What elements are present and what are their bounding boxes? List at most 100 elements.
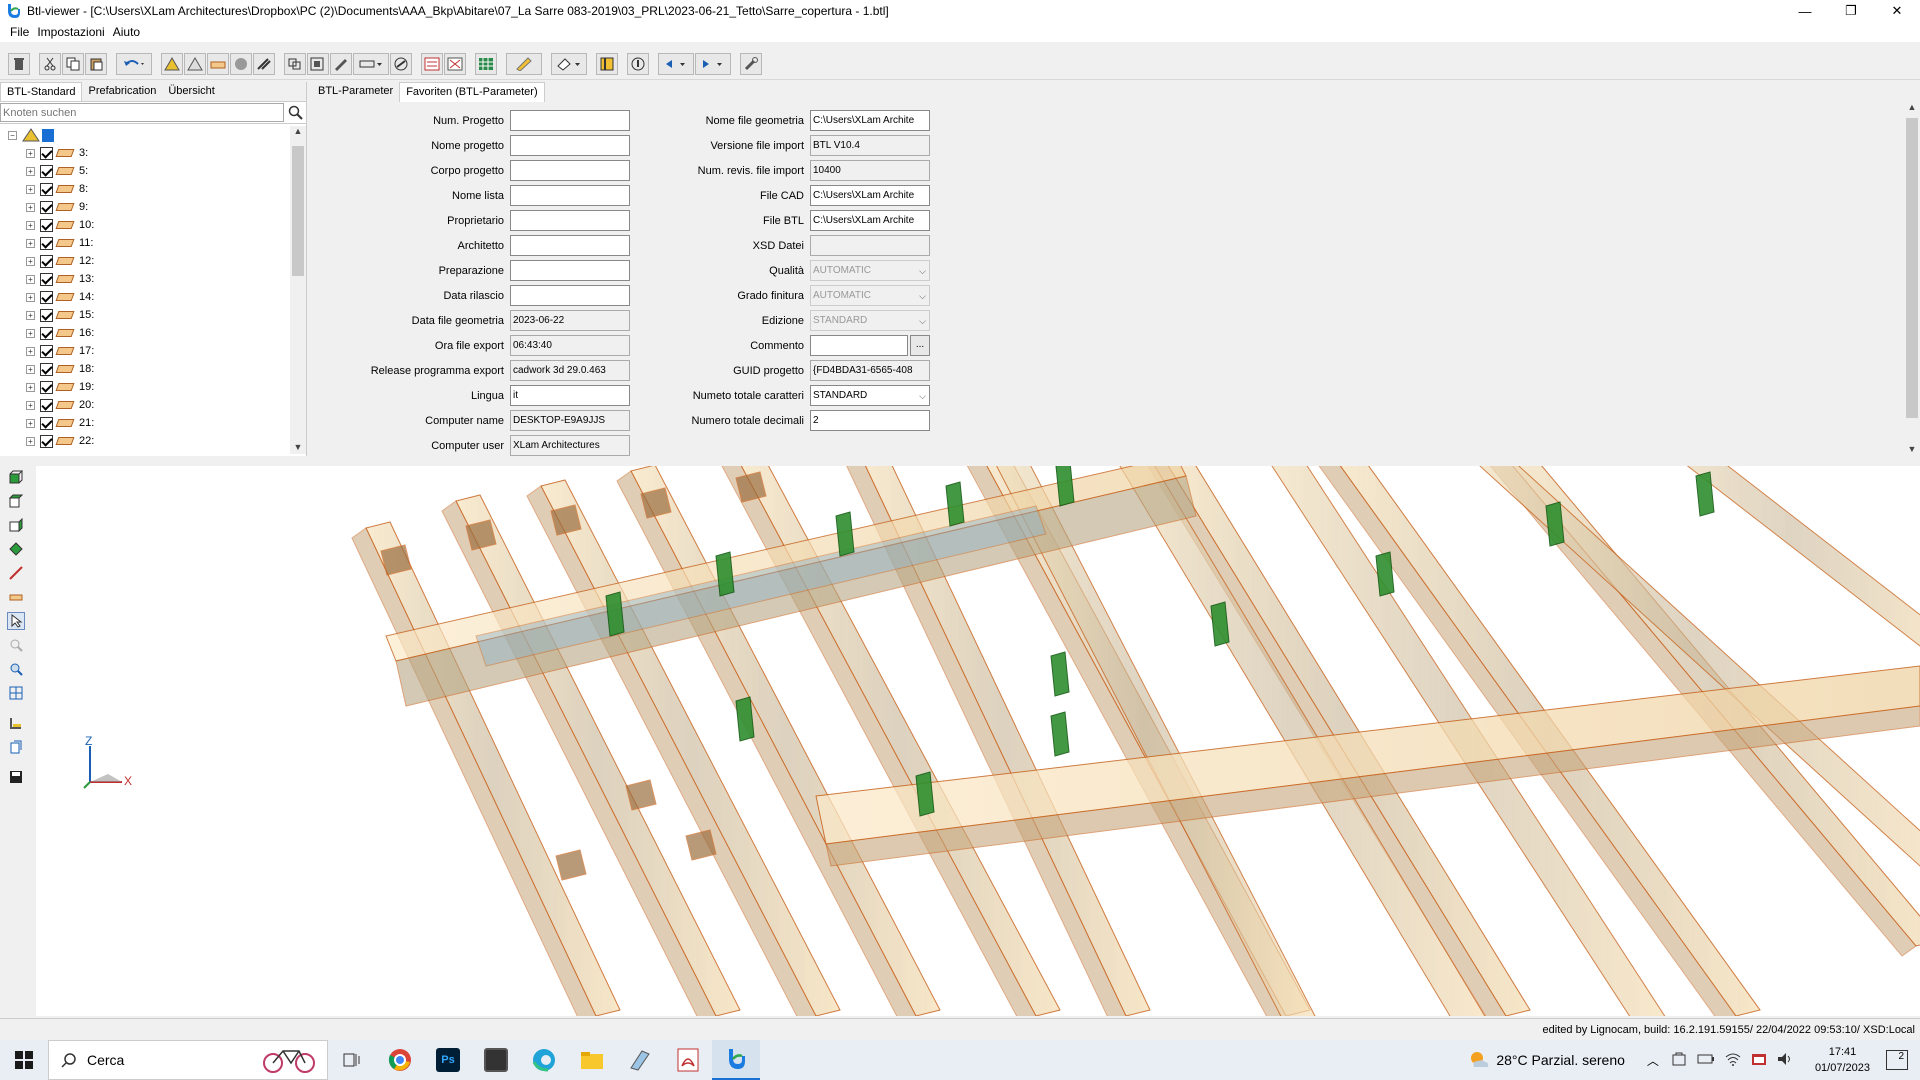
- zoom-window-icon[interactable]: [7, 636, 25, 654]
- param-field[interactable]: [810, 335, 908, 356]
- node-checkbox[interactable]: [40, 344, 53, 358]
- view-front-icon[interactable]: [7, 468, 25, 486]
- expand-icon[interactable]: +: [26, 184, 35, 194]
- tree-root[interactable]: −: [0, 126, 290, 144]
- tree-scrollbar[interactable]: ▲ ▼: [290, 126, 306, 454]
- section-icon[interactable]: [7, 738, 25, 756]
- metal-connector[interactable]: [1050, 651, 1070, 697]
- restore-button[interactable]: ❐: [1828, 0, 1874, 22]
- node-checkbox[interactable]: [40, 290, 53, 304]
- node-checkbox[interactable]: [40, 236, 53, 250]
- expand-icon[interactable]: +: [26, 256, 35, 266]
- view-top-icon[interactable]: [7, 516, 25, 534]
- tree-node[interactable]: +21:: [0, 414, 290, 432]
- expand-icon[interactable]: +: [26, 202, 35, 212]
- expand-icon[interactable]: +: [26, 436, 35, 446]
- roof-structure-model[interactable]: [36, 466, 1920, 1016]
- param-field[interactable]: BTL V10.4: [810, 135, 930, 156]
- info-icon[interactable]: [627, 52, 649, 75]
- windows-start-icon[interactable]: [0, 1040, 48, 1080]
- beam-icon[interactable]: [207, 52, 229, 75]
- scroll-down-icon[interactable]: ▼: [1904, 444, 1920, 454]
- beam-end-cap[interactable]: [465, 519, 497, 551]
- eraser-icon[interactable]: [551, 52, 587, 75]
- clock[interactable]: 17:41 01/07/2023: [1815, 1044, 1870, 1076]
- metal-connector[interactable]: [1050, 711, 1070, 757]
- select-cursor-icon[interactable]: [7, 612, 25, 630]
- chevron-down-icon[interactable]: ⌵: [919, 316, 926, 327]
- notification-center-icon[interactable]: 2: [1886, 1050, 1908, 1070]
- comment-browse-button[interactable]: ...: [910, 335, 930, 356]
- expand-icon[interactable]: +: [26, 238, 35, 248]
- param-field[interactable]: C:\Users\XLam Archite: [810, 110, 930, 131]
- node-checkbox[interactable]: [40, 272, 53, 286]
- tree-node[interactable]: +10:: [0, 216, 290, 234]
- beam-end-cap[interactable]: [640, 487, 672, 519]
- param-field[interactable]: XLam Architectures: [510, 435, 630, 456]
- expand-icon[interactable]: +: [26, 292, 35, 302]
- node-checkbox[interactable]: [40, 434, 53, 448]
- node-checkbox[interactable]: [40, 182, 53, 196]
- parameter-scrollbar[interactable]: ▲ ▼: [1904, 102, 1920, 456]
- menu-file[interactable]: File: [10, 25, 29, 39]
- render-icon[interactable]: [390, 52, 412, 75]
- param-field[interactable]: [810, 235, 930, 256]
- ungroup-icon[interactable]: [307, 52, 329, 75]
- param-field[interactable]: {FD4BDA31-6565-408: [810, 360, 930, 381]
- param-field[interactable]: C:\Users\XLam Archite: [810, 210, 930, 231]
- edge-icon[interactable]: [520, 1040, 568, 1080]
- tree-node[interactable]: +8:: [0, 180, 290, 198]
- volume-icon[interactable]: [1777, 1052, 1793, 1069]
- tree-node[interactable]: +13:: [0, 270, 290, 288]
- measure-tool-icon[interactable]: [596, 52, 618, 75]
- tree-node[interactable]: +11:: [0, 234, 290, 252]
- task-view-icon[interactable]: [328, 1040, 376, 1080]
- tree-node[interactable]: +14:: [0, 288, 290, 306]
- tree-node[interactable]: +19:: [0, 378, 290, 396]
- close-button[interactable]: ✕: [1874, 0, 1920, 22]
- expand-icon[interactable]: +: [26, 346, 35, 356]
- param-field[interactable]: STANDARD ⌵: [810, 310, 930, 331]
- scroll-up-icon[interactable]: ▲: [290, 126, 306, 136]
- settings-wrench-icon[interactable]: [740, 52, 762, 75]
- tree-node[interactable]: +17:: [0, 342, 290, 360]
- battery-icon[interactable]: [1697, 1052, 1715, 1068]
- taskbar-search-box[interactable]: Cerca: [48, 1040, 328, 1080]
- menu-help[interactable]: Aiuto: [113, 25, 140, 39]
- param-field[interactable]: AUTOMATIC ⌵: [810, 260, 930, 281]
- view-side-icon[interactable]: [7, 492, 25, 510]
- menu-settings[interactable]: Impostazioni: [37, 25, 104, 39]
- list-delete-icon[interactable]: [444, 52, 466, 75]
- beam-end-cap[interactable]: [555, 849, 587, 881]
- expand-icon[interactable]: +: [26, 220, 35, 230]
- param-field[interactable]: 2: [810, 410, 930, 431]
- tree-node[interactable]: +20:: [0, 396, 290, 414]
- node-checkbox[interactable]: [40, 254, 53, 268]
- search-icon[interactable]: [286, 103, 306, 123]
- pencil-icon[interactable]: [330, 52, 352, 75]
- expand-icon[interactable]: +: [26, 328, 35, 338]
- beam-end-cap[interactable]: [625, 779, 657, 811]
- tool-icon[interactable]: [253, 52, 275, 75]
- chevron-down-icon[interactable]: ⌵: [919, 291, 926, 302]
- list-icon[interactable]: [421, 52, 443, 75]
- tab-uebersicht[interactable]: Übersicht: [162, 82, 220, 101]
- expand-icon[interactable]: +: [26, 382, 35, 392]
- tray-expand-icon[interactable]: ︿: [1647, 1052, 1659, 1069]
- tree-node[interactable]: +3:: [0, 144, 290, 162]
- param-field[interactable]: 10400: [810, 160, 930, 181]
- beam-end-cap[interactable]: [735, 471, 767, 503]
- node-checkbox[interactable]: [40, 308, 53, 322]
- node-checkbox[interactable]: [40, 164, 53, 178]
- zoom-icon[interactable]: [7, 660, 25, 678]
- beam-end-cap[interactable]: [685, 829, 717, 861]
- undo-icon[interactable]: [116, 52, 152, 75]
- tree-node[interactable]: +5:: [0, 162, 290, 180]
- param-field[interactable]: STANDARD ⌵: [810, 385, 930, 406]
- dimension-icon[interactable]: [7, 714, 25, 732]
- part-add-icon[interactable]: [161, 52, 183, 75]
- calculator-icon[interactable]: [472, 1040, 520, 1080]
- group-icon[interactable]: [284, 52, 306, 75]
- measure-icon[interactable]: [353, 52, 389, 75]
- tree-node[interactable]: +16:: [0, 324, 290, 342]
